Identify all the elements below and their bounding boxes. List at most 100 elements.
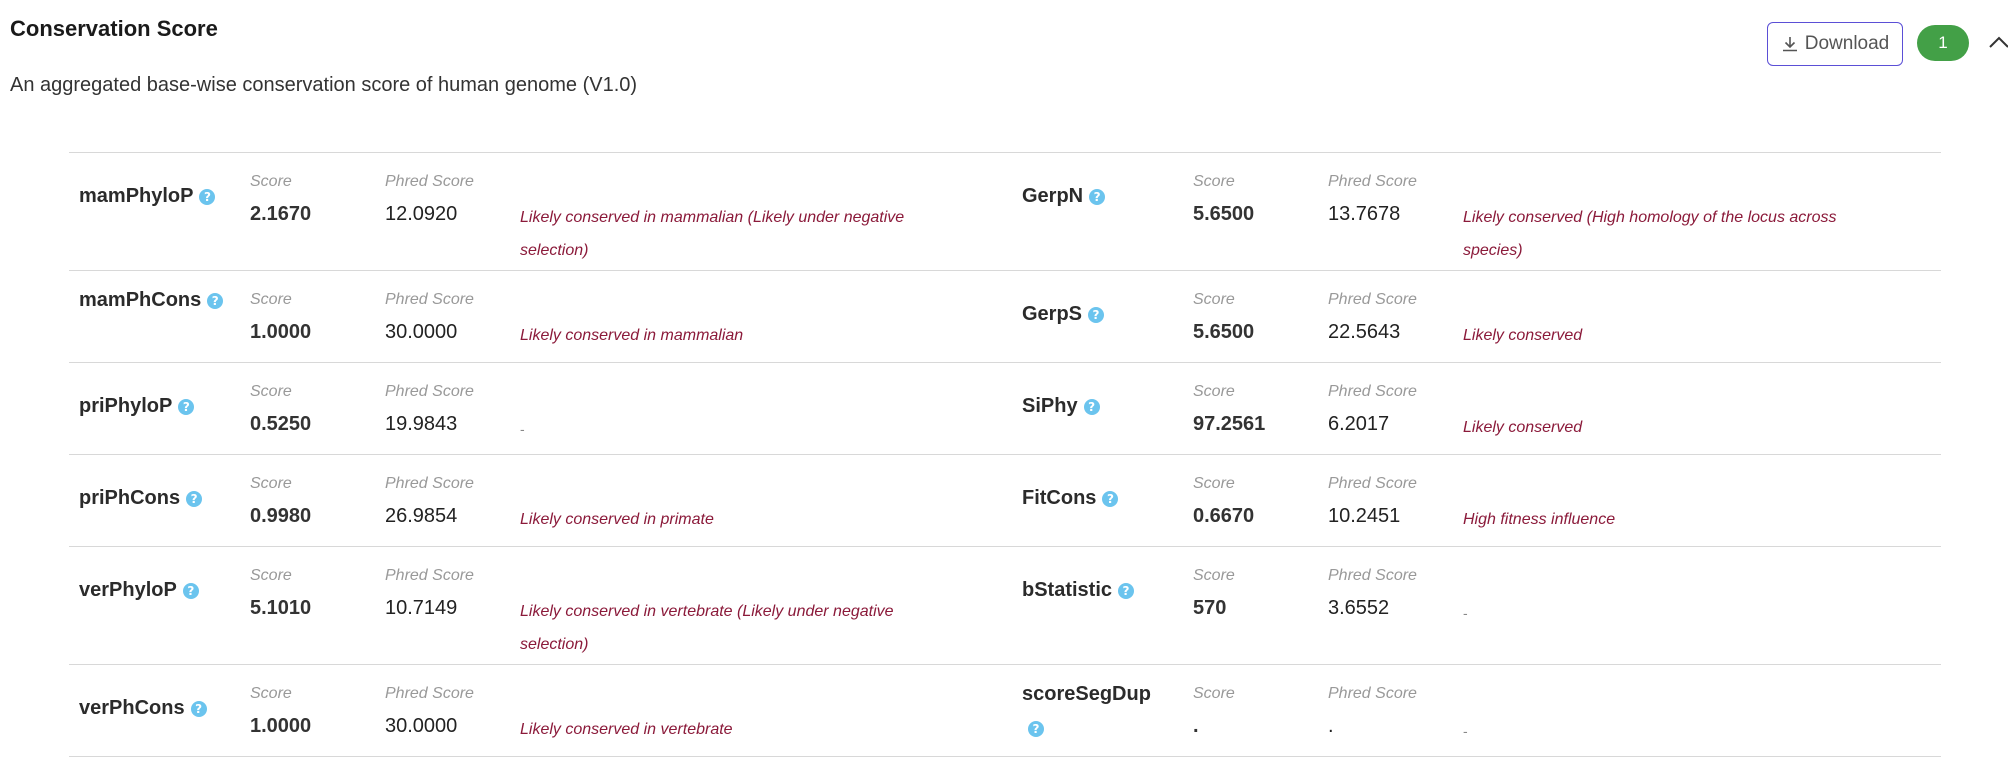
metric-name-label: mamPhyloP (79, 185, 194, 207)
help-icon[interactable]: ? (1088, 306, 1105, 323)
help-icon[interactable]: ? (1118, 582, 1135, 599)
phred-score-value: 30.0000 (385, 321, 458, 343)
section-title: Conservation Score (10, 16, 218, 41)
interpretation-note: - (1463, 605, 1468, 621)
metric-name-label: mamPhCons (79, 289, 202, 311)
metric-name-label: priPhCons (79, 487, 181, 509)
score-label: Score (250, 173, 292, 190)
table-row: mamPhCons? Score 1.0000 Phred Score 30.0… (69, 271, 1941, 363)
interpretation-note: Likely conserved (1463, 327, 1583, 344)
download-label: Download (1804, 33, 1890, 54)
phred-score-value: 26.9854 (385, 505, 458, 527)
phred-score-label: Phred Score (1328, 291, 1417, 308)
help-icon[interactable]: ? (178, 398, 195, 415)
table-row: verPhCons? Score 1.0000 Phred Score 30.0… (69, 665, 1941, 757)
table-row: verPhyloP? Score 5.1010 Phred Score 10.7… (69, 547, 1941, 665)
score-label: Score (1193, 475, 1235, 492)
score-value: 5.1010 (250, 597, 312, 619)
score-value: 1.0000 (250, 715, 312, 737)
metric-name-label: bStatistic (1022, 579, 1113, 601)
phred-score-label: Phred Score (1328, 685, 1417, 702)
metric-name-label: GerpN (1022, 185, 1084, 207)
score-label: Score (1193, 173, 1235, 190)
metric-name: bStatistic? (1022, 573, 1192, 607)
metric-name: priPhCons? (79, 481, 249, 515)
conservation-table: mamPhyloP? Score 2.1670 Phred Score 12.0… (69, 152, 1941, 757)
phred-score-value: 3.6552 (1328, 597, 1390, 619)
section-header: Conservation Score Download 1 (10, 14, 2008, 66)
help-icon[interactable]: ? (1102, 490, 1119, 507)
metric-name: priPhyloP? (79, 389, 249, 423)
metric-name: SiPhy? (1022, 389, 1192, 423)
phred-score-label: Phred Score (385, 383, 474, 400)
metric-name-label: verPhCons (79, 697, 185, 719)
phred-score-value: 19.9843 (385, 413, 458, 435)
download-button[interactable]: Download (1767, 22, 1903, 66)
interpretation-note: Likely conserved in primate (520, 511, 714, 528)
interpretation-note: - (520, 421, 525, 437)
score-label: Score (1193, 567, 1235, 584)
score-label: Score (250, 291, 292, 308)
phred-score-label: Phred Score (1328, 173, 1417, 190)
help-icon[interactable]: ? (207, 292, 224, 309)
chevron-up-icon[interactable] (1986, 30, 2008, 56)
interpretation-note: Likely conserved in mammalian (520, 327, 744, 344)
metric-name-label: verPhyloP (79, 579, 177, 601)
interpretation-note: Likely conserved in vertebrate (Likely u… (520, 603, 894, 653)
metric-name-label: FitCons (1022, 487, 1097, 509)
metric-name: scoreSegDup? (1022, 677, 1172, 745)
phred-score-value: 10.7149 (385, 597, 458, 619)
score-value: 570 (1193, 597, 1227, 619)
phred-score-value: . (1328, 715, 1334, 737)
score-label: Score (1193, 291, 1235, 308)
phred-score-label: Phred Score (1328, 383, 1417, 400)
help-icon[interactable]: ? (1089, 188, 1106, 205)
score-label: Score (1193, 685, 1235, 702)
phred-score-value: 30.0000 (385, 715, 458, 737)
section-subtitle: An aggregated base-wise conservation sco… (10, 74, 638, 96)
help-icon[interactable]: ? (190, 700, 207, 717)
score-label: Score (250, 383, 292, 400)
phred-score-value: 22.5643 (1328, 321, 1401, 343)
phred-score-label: Phred Score (385, 567, 474, 584)
metric-name: FitCons? (1022, 481, 1192, 515)
interpretation-note: Likely conserved (1463, 419, 1583, 436)
phred-score-label: Phred Score (385, 475, 474, 492)
score-label: Score (250, 685, 292, 702)
help-icon[interactable]: ? (1083, 398, 1100, 415)
metric-name: mamPhyloP? (79, 179, 249, 213)
score-label: Score (250, 567, 292, 584)
score-value: 0.6670 (1193, 505, 1255, 527)
score-value: 1.0000 (250, 321, 312, 343)
interpretation-note: Likely conserved (High homology of the l… (1463, 209, 1837, 259)
phred-score-value: 12.0920 (385, 203, 458, 225)
metric-name-label: scoreSegDup (1022, 683, 1151, 705)
score-value: 0.9980 (250, 505, 312, 527)
phred-score-value: 10.2451 (1328, 505, 1401, 527)
download-icon (1782, 37, 1797, 52)
metric-name: verPhCons? (79, 691, 249, 725)
table-row: mamPhyloP? Score 2.1670 Phred Score 12.0… (69, 153, 1941, 271)
phred-score-label: Phred Score (385, 173, 474, 190)
phred-score-label: Phred Score (385, 685, 474, 702)
help-icon[interactable]: ? (1028, 720, 1044, 737)
phred-score-label: Phred Score (1328, 567, 1417, 584)
phred-score-value: 13.7678 (1328, 203, 1401, 225)
score-value: 0.5250 (250, 413, 312, 435)
metric-name: verPhyloP? (79, 573, 249, 607)
score-label: Score (250, 475, 292, 492)
help-icon[interactable]: ? (199, 188, 216, 205)
metric-name: GerpN? (1022, 179, 1192, 213)
interpretation-note: Likely conserved in vertebrate (520, 721, 733, 738)
score-label: Score (1193, 383, 1235, 400)
phred-score-value: 6.2017 (1328, 413, 1390, 435)
help-icon[interactable]: ? (186, 490, 203, 507)
help-icon[interactable]: ? (182, 582, 199, 599)
metric-name: GerpS? (1022, 297, 1192, 331)
count-badge: 1 (1917, 25, 1969, 61)
score-value: 5.6500 (1193, 203, 1255, 225)
score-value: . (1193, 715, 1199, 737)
phred-score-label: Phred Score (1328, 475, 1417, 492)
metric-name-label: priPhyloP (79, 395, 173, 417)
metric-name: mamPhCons? (79, 283, 229, 317)
